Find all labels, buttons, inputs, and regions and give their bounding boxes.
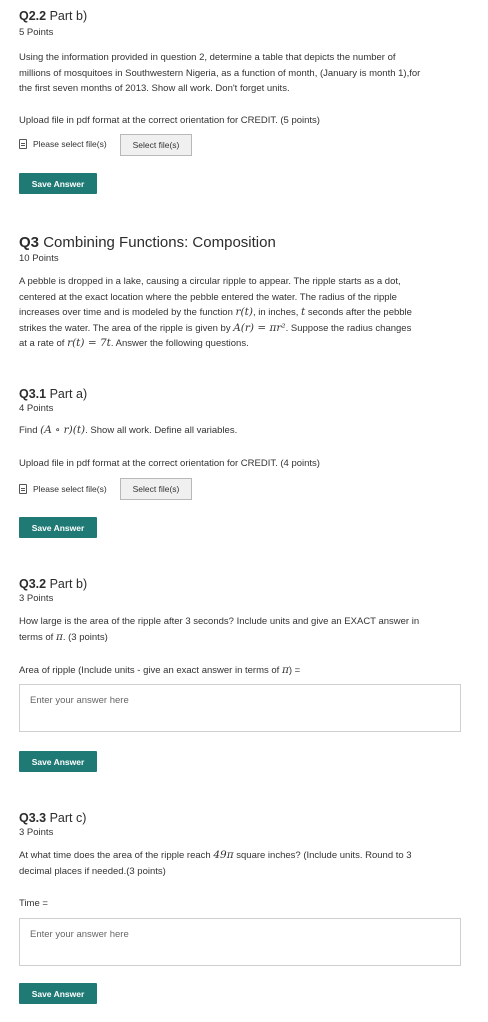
q3-body-line: A pebble is dropped in a lake, causing a…	[19, 276, 401, 287]
q3-2-title: Q3.2 Part b)	[19, 577, 87, 591]
q3-3-title-text: Part c)	[49, 811, 87, 825]
q2-2-number: Q2.2	[19, 9, 47, 23]
q3-text: , in inches,	[252, 307, 302, 318]
q3-2-math-pi: π	[55, 630, 63, 643]
q3-1-save-answer-button[interactable]: Save Answer	[19, 517, 97, 538]
q3-number: Q3	[19, 234, 40, 251]
q3-3-text: square inches? (Include units. Round to …	[233, 850, 412, 861]
q3-2-text: . (3 points)	[62, 631, 108, 643]
q3-text: strikes the water. The area of the rippl…	[19, 322, 234, 334]
file-icon	[19, 484, 27, 494]
q3-1-title: Q3.1 Part a)	[19, 387, 87, 401]
q3-1-points: 4 Points	[19, 403, 54, 414]
q3-text: . Answer the following questions.	[110, 338, 249, 349]
q3-2-save-answer-button[interactable]: Save Answer	[19, 751, 97, 772]
q3-2-number: Q3.2	[19, 577, 47, 591]
q3-text: increases over time and is modeled by th…	[19, 307, 236, 318]
q2-2-select-files-button[interactable]: Select file(s)	[120, 134, 192, 156]
q3-2-prompt-line: How large is the area of the ripple afte…	[19, 616, 420, 627]
q3-1-select-files-button[interactable]: Select file(s)	[120, 478, 192, 500]
q3-body-line: at a rate of r(t) = 7t. Answer the follo…	[19, 336, 461, 352]
file-icon	[19, 139, 27, 149]
q2-2-body-line: millions of mosquitoes in Southwestern N…	[19, 67, 421, 79]
q3-title: Q3 Combining Functions: Composition	[19, 234, 276, 251]
q3-points: 10 Points	[19, 253, 59, 264]
q3-1-prompt: Find (A ∘ r)(t). Show all work. Define a…	[19, 423, 461, 439]
q3-1-text: Find	[19, 425, 41, 436]
q2-2-body-line: the first seven months of 2013. Show all…	[19, 83, 290, 94]
q3-2-label-text: ) =	[288, 665, 301, 676]
q3-2-title-text: Part b)	[49, 577, 88, 591]
q3-2-label-text: Area of ripple (Include units - give an …	[19, 665, 282, 676]
q3-3-prompt-line: At what time does the area of the ripple…	[19, 848, 461, 864]
q3-1-file-label: Please select file(s)	[19, 484, 107, 494]
q2-2-file-label: Please select file(s)	[19, 139, 107, 149]
q2-2-title: Q2.2 Part b)	[19, 9, 87, 23]
q2-2-title-text: Part b)	[49, 9, 88, 23]
q3-math-area-formula: A(r) = πr²	[233, 321, 286, 334]
q3-body-line: centered at the exact location where the…	[19, 291, 397, 303]
q3-2-prompt: How large is the area of the ripple afte…	[19, 614, 461, 645]
q3-3-prompt: At what time does the area of the ripple…	[19, 848, 461, 879]
q3-2-answer-input[interactable]: Enter your answer here	[19, 684, 461, 732]
q3-body-line: increases over time and is modeled by th…	[19, 305, 461, 321]
q2-2-body: Using the information provided in questi…	[19, 50, 461, 97]
q3-1-math-composition: (A ∘ r)(t)	[40, 424, 86, 436]
q3-2-prompt-line: terms of π. (3 points)	[19, 630, 461, 646]
q3-text: at a rate of	[19, 338, 68, 349]
q3-title-text: Combining Functions: Composition	[43, 234, 276, 251]
q3-math-radius-formula: r(t) = 7t	[67, 337, 111, 349]
q2-2-upload-instructions: Upload file in pdf format at the correct…	[19, 115, 320, 126]
q3-1-title-text: Part a)	[49, 387, 88, 401]
q3-3-number: Q3.3	[19, 811, 47, 825]
q3-1-file-label-text: Please select file(s)	[33, 484, 107, 494]
q3-1-upload-instructions: Upload file in pdf format at the correct…	[19, 458, 320, 469]
q2-2-file-label-text: Please select file(s)	[33, 139, 107, 149]
q2-2-save-answer-button[interactable]: Save Answer	[19, 173, 97, 194]
q3-body-line: strikes the water. The area of the rippl…	[19, 321, 461, 337]
q3-3-math-49pi: 49π	[213, 849, 234, 861]
q3-3-points: 3 Points	[19, 827, 54, 838]
q3-3-answer-input[interactable]: Enter your answer here	[19, 918, 461, 966]
q3-3-save-answer-button[interactable]: Save Answer	[19, 983, 97, 1004]
q3-2-text: terms of	[19, 631, 56, 643]
q3-1-text: . Show all work. Define all variables.	[85, 425, 238, 436]
q3-3-text: At what time does the area of the ripple…	[19, 850, 214, 861]
q3-3-title: Q3.3 Part c)	[19, 811, 86, 825]
q3-text: . Suppose the radius changes	[285, 322, 412, 334]
q3-3-answer-label: Time =	[19, 898, 48, 909]
q3-2-label-math-pi: π	[281, 664, 289, 676]
q3-text: seconds after the pebble	[305, 307, 412, 318]
q3-2-points: 3 Points	[19, 593, 54, 604]
q3-math-r-of-t: r(t)	[235, 306, 253, 318]
q2-2-points: 5 Points	[19, 27, 54, 38]
q3-body: A pebble is dropped in a lake, causing a…	[19, 274, 461, 352]
q3-1-number: Q3.1	[19, 387, 47, 401]
q3-3-prompt-line: decimal places if needed.(3 points)	[19, 865, 166, 877]
q2-2-body-line: Using the information provided in questi…	[19, 52, 396, 63]
q3-2-answer-label: Area of ripple (Include units - give an …	[19, 663, 461, 679]
